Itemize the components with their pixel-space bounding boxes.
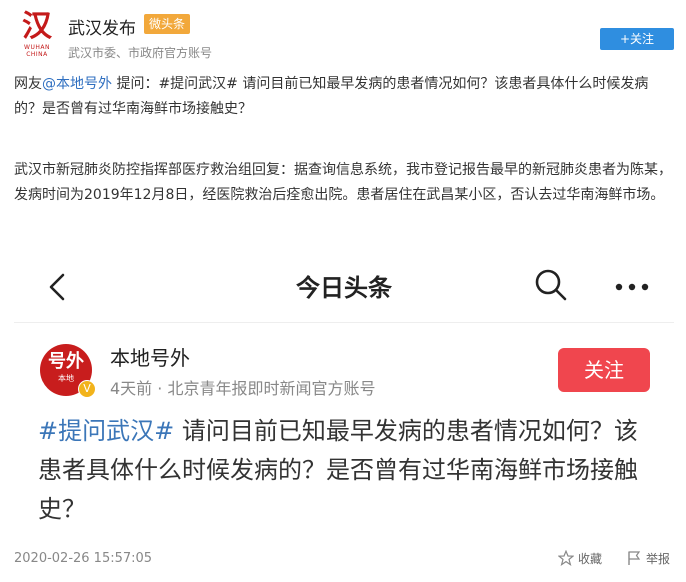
report-label: 举报 [646,551,671,566]
logo-english: WUHAN CHINA [24,44,50,58]
post-paragraph-reply: 武汉市新冠肺炎防控指挥部医疗救治组回复：据查询信息系统，我市登记报告最早的新冠肺… [14,162,672,203]
weitoutiao-badge: 微头条 [144,14,191,34]
nav-title: 今日头条 [296,274,392,302]
toutiao-nav-bar: 今日头条 [14,252,674,322]
wuhan-logo[interactable]: 汉 WUHAN CHINA [14,10,60,60]
favorite-button[interactable]: 收藏 [558,548,602,568]
favorite-label: 收藏 [578,551,603,566]
account-name[interactable]: 武汉发布 [68,14,136,39]
follow-button[interactable]: +关注 [600,28,674,50]
post-timestamp: 2020-02-26 15:57:05 [14,551,153,566]
question-text: #提问武汉# 请问目前已知最早发病的患者情况如何？该患者具体什么时候发病的？是否… [38,412,658,529]
question-hashtag[interactable]: #提问武汉# [38,417,174,445]
account-subtitle: 武汉市委、市政府官方账号 [68,46,213,60]
star-icon [558,550,574,566]
source-meta: 4天前 · 北京青年报即时新闻官方账号 [110,379,376,398]
post-prefix: 网友 [14,76,42,92]
verified-badge-icon: V [78,380,96,398]
report-button[interactable]: 举报 [626,548,670,568]
source-name[interactable]: 本地号外 [110,342,190,371]
avatar-text-main: 号外 [48,351,84,372]
logo-glyph: 汉 [22,9,52,44]
post-footer: 2020-02-26 15:57:05 收藏 举报 [0,546,686,576]
search-icon[interactable] [534,268,568,302]
mention-link[interactable]: @本地号外 [42,76,112,92]
post-paragraph-question: 网友@本地号外 提问：#提问武汉# 请问目前已知最早发病的患者情况如何？该患者具… [14,72,674,122]
account-header: 汉 WUHAN CHINA 武汉发布 微头条 武汉市委、市政府官方账号 +关注 [0,0,686,68]
more-options-icon[interactable] [614,282,650,292]
nav-divider [14,322,674,323]
flag-icon [628,551,641,565]
embedded-screenshot: 今日头条 号外 本地 V 本地号外 4天前 · 北京青年报即时新闻官方账号 关注… [14,252,674,552]
follow-button-red[interactable]: 关注 [558,348,650,392]
